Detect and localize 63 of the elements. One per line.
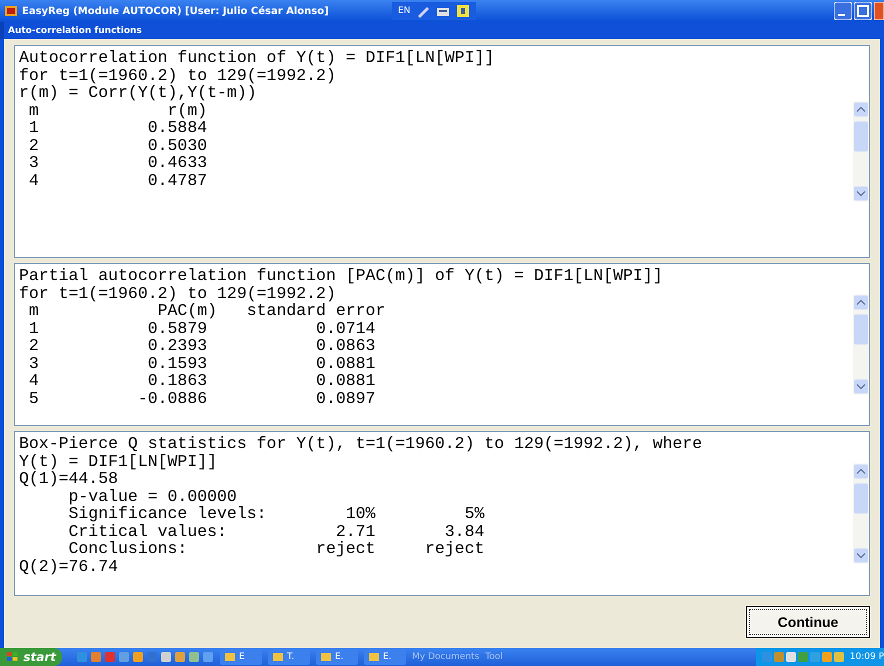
dialog-title: Auto-correlation functions	[8, 26, 142, 36]
quick-launch-icon	[188, 651, 200, 663]
minimize-icon	[834, 2, 852, 20]
output-line: Critical values: 2.71 3.84	[68, 522, 484, 540]
output-line: for t=1(=1960.2) to 129(=1992.2)	[19, 284, 336, 302]
output-line: Conclusions: reject reject	[68, 540, 484, 558]
output-line: Significance levels: 10% 5%	[68, 505, 484, 522]
continue-button[interactable]: Continue	[746, 606, 870, 638]
output-line: 3 0.4633	[28, 154, 208, 172]
quick-launch-icon	[202, 651, 214, 663]
taskbar-button[interactable]: E.	[316, 649, 358, 665]
tray-icon	[834, 652, 844, 662]
quick-launch-icon	[160, 651, 172, 663]
output-line: p-value = 0.00000	[68, 488, 237, 505]
tray-icon	[774, 652, 784, 662]
output-line: 1 0.5879 0.0714	[28, 320, 376, 337]
window-icon	[320, 651, 332, 663]
taskbar-button[interactable]: E.	[364, 649, 406, 665]
output-line: Autocorrelation function of Y(t) = DIF1[LN[WPI]]	[19, 49, 494, 66]
output-line: m r(m)	[28, 102, 208, 119]
quick-launch-icon	[118, 651, 130, 663]
output-line: 3 0.1593 0.0881	[28, 354, 376, 372]
output-line: r(m) = Corr(Y(t),Y(t-m))	[19, 84, 257, 102]
output-line: for t=1(=1960.2) to 129(=1992.2)	[19, 66, 336, 84]
language-indicator[interactable]: EN	[398, 6, 410, 16]
window-title: EasyReg (Module AUTOCOR) [User: Julio César Alonso]	[22, 6, 330, 16]
output-line: 4 0.1863 0.0881	[28, 372, 376, 390]
help-icon	[456, 4, 470, 18]
toolbar-label[interactable]: My Documents	[412, 652, 480, 662]
output-line: Partial autocorrelation function [PAC(m)] of Y(t) = DIF1[LN[WPI]]	[19, 267, 663, 284]
taskbar-button[interactable]: T.	[268, 649, 310, 665]
output-line: Y(t) = DIF1[LN[WPI]]	[19, 452, 218, 470]
windows-logo-icon	[6, 651, 20, 663]
tray-icon	[786, 652, 796, 662]
window-icon	[272, 651, 284, 663]
tray-icon	[798, 652, 808, 662]
taskbar-button[interactable]: E	[220, 649, 262, 665]
quick-launch-icon	[104, 651, 116, 663]
app-icon	[4, 4, 18, 18]
toolbar-label[interactable]: Tool	[485, 652, 503, 662]
output-line: 2 0.5030	[28, 136, 208, 154]
output-line: 5 -0.0886 0.0897	[28, 390, 376, 407]
quick-launch-icon	[146, 651, 158, 663]
output-line: m PAC(m) standard error	[28, 302, 386, 320]
output-line: 2 0.2393 0.0863	[28, 337, 376, 354]
output-line: Q(2)=76.74	[19, 558, 118, 575]
quick-launch-icon	[90, 651, 102, 663]
tray-icon	[810, 652, 820, 662]
output-line: 4 0.4787	[28, 172, 208, 189]
window-icon	[368, 651, 380, 663]
clock: 10:09 P	[850, 652, 884, 662]
output-line: 1 0.5884	[28, 119, 208, 136]
maximize-icon	[854, 2, 872, 20]
quick-launch-icon	[76, 651, 88, 663]
tray-icon	[822, 652, 832, 662]
quick-launch-icon	[132, 651, 144, 663]
tray-icon	[762, 652, 772, 662]
output-line: Q(1)=44.58	[19, 470, 118, 488]
start-button[interactable]: start	[0, 648, 62, 666]
window-icon	[224, 651, 236, 663]
quick-launch-icon	[174, 651, 186, 663]
output-line: Box-Pierce Q statistics for Y(t), t=1(=1960.2) to 129(=1992.2), where	[19, 435, 702, 452]
pen-icon	[416, 4, 430, 18]
